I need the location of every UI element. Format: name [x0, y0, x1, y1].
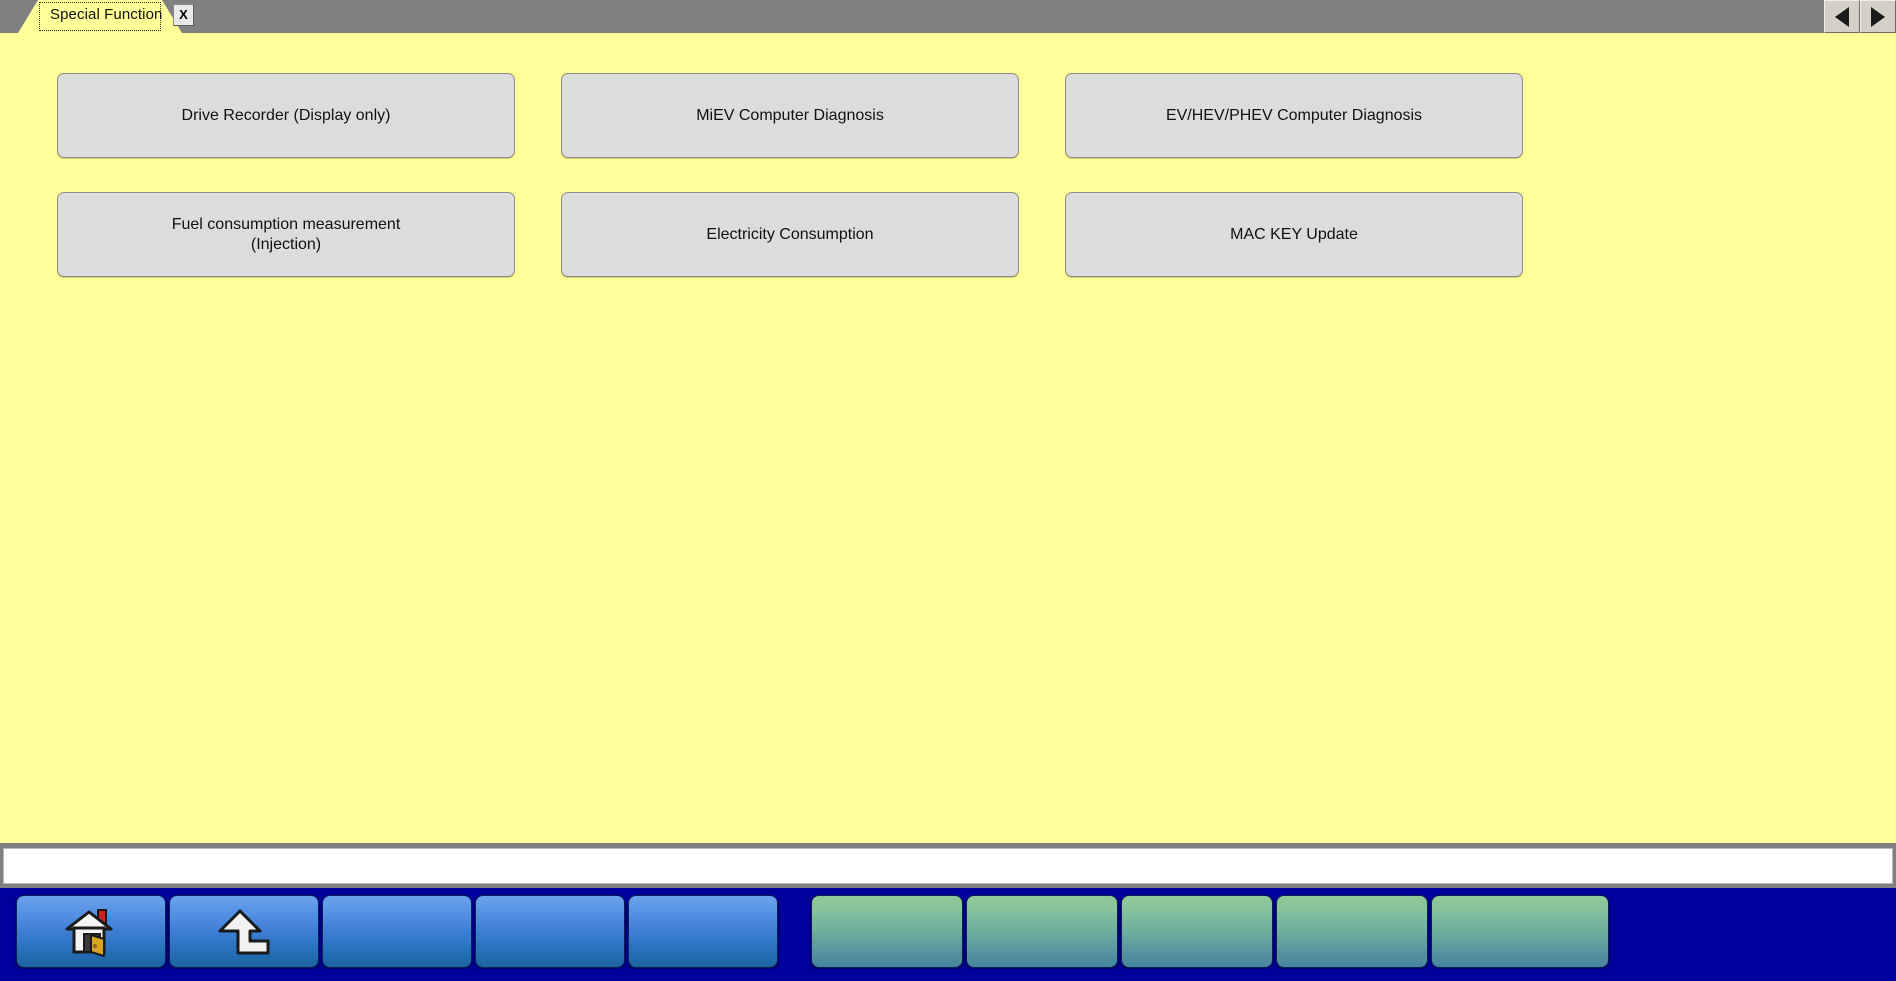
triangle-left-icon — [1835, 6, 1849, 27]
status-bar-message — [3, 848, 1893, 884]
application-window: Special Function X Drive Recorder (Displ… — [0, 0, 1896, 981]
function-button-ev-hev-phev-computer-diagnosis[interactable]: EV/HEV/PHEV Computer Diagnosis — [1065, 73, 1523, 158]
function-button-label: MAC KEY Update — [1230, 225, 1358, 243]
tab-label: Special Function — [50, 6, 163, 23]
toolbar-green-button-3[interactable] — [1121, 895, 1273, 968]
toolbar-blue-button-5[interactable] — [628, 895, 778, 968]
function-button-electricity-consumption[interactable]: Electricity Consumption — [561, 192, 1019, 277]
toolbar-green-button-2[interactable] — [966, 895, 1118, 968]
toolbar-back-button[interactable] — [169, 895, 319, 968]
tab-close-button[interactable]: X — [173, 4, 194, 26]
home-icon — [65, 908, 113, 957]
toolbar-base-strip — [0, 969, 1896, 981]
triangle-right-icon — [1871, 6, 1885, 27]
function-button-drive-recorder[interactable]: Drive Recorder (Display only) — [57, 73, 515, 158]
tab-strip: Special Function X — [0, 0, 1896, 33]
toolbar-green-button-4[interactable] — [1276, 895, 1428, 968]
function-button-miev-computer-diagnosis[interactable]: MiEV Computer Diagnosis — [561, 73, 1019, 158]
function-button-label: EV/HEV/PHEV Computer Diagnosis — [1165, 106, 1423, 124]
function-button-label: Electricity Consumption — [706, 225, 874, 243]
tab-nav-buttons — [1824, 0, 1896, 33]
toolbar-green-button-1[interactable] — [811, 895, 963, 968]
special-function-panel: Drive Recorder (Display only) MiEV Compu… — [0, 33, 1896, 843]
function-button-mac-key-update[interactable]: MAC KEY Update — [1065, 192, 1523, 277]
status-bar — [0, 843, 1896, 888]
function-button-label: Drive Recorder (Display only) — [181, 106, 391, 124]
toolbar-blue-button-3[interactable] — [322, 895, 472, 968]
tab-special-function[interactable]: Special Function X — [18, 0, 194, 33]
tab-scroll-prev-button[interactable] — [1824, 0, 1860, 33]
bottom-toolbar — [0, 888, 1896, 981]
toolbar-green-button-5[interactable] — [1431, 895, 1609, 968]
function-button-fuel-consumption-measurement[interactable]: Fuel consumption measurement (Injection) — [57, 192, 515, 277]
up-arrow-icon — [218, 909, 270, 954]
toolbar-home-button[interactable] — [16, 895, 166, 968]
toolbar-blue-button-4[interactable] — [475, 895, 625, 968]
tab-scroll-next-button[interactable] — [1860, 0, 1896, 33]
toolbar-separator — [781, 888, 797, 889]
function-button-label: Fuel consumption measurement (Injection) — [171, 215, 401, 253]
function-button-label: MiEV Computer Diagnosis — [696, 106, 884, 124]
